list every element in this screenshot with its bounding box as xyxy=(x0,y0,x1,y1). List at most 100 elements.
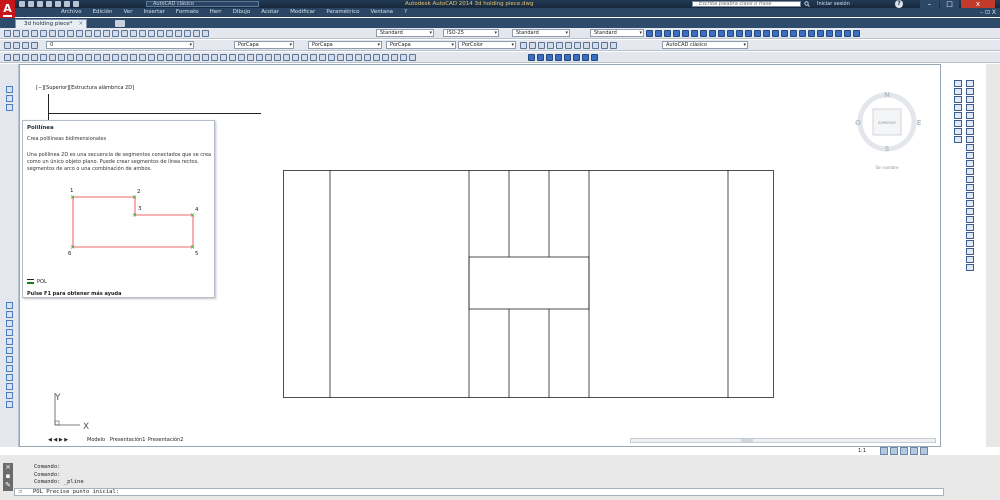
spline-icon[interactable] xyxy=(76,54,83,61)
tab-model[interactable]: Modelo xyxy=(87,436,105,444)
revolve-icon[interactable] xyxy=(591,54,598,61)
view-icon[interactable] xyxy=(817,30,824,37)
menu-item[interactable]: Herr xyxy=(210,8,222,17)
view-icon[interactable] xyxy=(844,30,851,37)
tool-icon[interactable] xyxy=(966,216,974,223)
viewport-controls[interactable]: [−][Superior][Estructura alámbrica 2D] xyxy=(36,85,134,91)
tool-icon[interactable] xyxy=(954,112,962,119)
layout-nav-arrows[interactable]: ◀ ◀ ▶ ▶ xyxy=(48,436,68,444)
match-properties-icon[interactable] xyxy=(85,30,92,37)
tool-icon[interactable] xyxy=(966,176,974,183)
otrack-icon[interactable] xyxy=(382,54,389,61)
close-icon[interactable]: × xyxy=(78,20,83,28)
tool-icon[interactable] xyxy=(966,112,974,119)
tab-layout1[interactable]: Presentación1 xyxy=(110,436,145,444)
extrude-icon[interactable] xyxy=(582,54,589,61)
lineweight-select[interactable]: PorCapa xyxy=(386,41,456,49)
grid-icon[interactable] xyxy=(346,54,353,61)
tool-icon[interactable] xyxy=(966,224,974,231)
tool-icon[interactable] xyxy=(583,42,590,49)
tool-icon[interactable] xyxy=(954,104,962,111)
new-icon[interactable] xyxy=(4,30,11,37)
workspace-select[interactable]: AutoCAD clásico xyxy=(146,1,259,7)
search-icon[interactable] xyxy=(804,1,810,7)
multileader-style-select[interactable]: Standard xyxy=(590,29,644,37)
view-icon[interactable] xyxy=(781,30,788,37)
osnap-icon[interactable] xyxy=(373,54,380,61)
tool-icon[interactable] xyxy=(966,104,974,111)
tool-icon[interactable] xyxy=(966,152,974,159)
trim-icon[interactable] xyxy=(247,54,254,61)
gradient-icon[interactable] xyxy=(130,54,137,61)
view-icon[interactable] xyxy=(664,30,671,37)
stretch-icon[interactable] xyxy=(238,54,245,61)
redo-icon[interactable] xyxy=(103,30,110,37)
view-icon[interactable] xyxy=(682,30,689,37)
annotation-icon[interactable] xyxy=(880,447,888,455)
tool-icon[interactable] xyxy=(610,42,617,49)
wedge-icon[interactable] xyxy=(564,54,571,61)
array-icon[interactable] xyxy=(202,54,209,61)
sun-icon[interactable] xyxy=(22,42,29,49)
properties-icon[interactable] xyxy=(148,30,155,37)
markup-icon[interactable] xyxy=(184,30,191,37)
tool-icon[interactable] xyxy=(966,120,974,127)
view-icon[interactable] xyxy=(727,30,734,37)
linetype-select[interactable]: PorCapa xyxy=(308,41,382,49)
polyline-icon[interactable] xyxy=(6,104,13,111)
polyline-icon[interactable] xyxy=(22,54,29,61)
plot-style-select[interactable]: PorColor xyxy=(458,41,516,49)
command-line-input[interactable]: ⊃ POL Precise punto inicial: xyxy=(14,488,944,496)
open-icon[interactable] xyxy=(13,30,20,37)
menu-item[interactable]: Ventana xyxy=(370,8,393,17)
fillet-icon[interactable] xyxy=(292,54,299,61)
redo-icon[interactable] xyxy=(73,1,79,7)
document-window-controls[interactable]: – ⊡ X xyxy=(980,8,996,17)
sheet-set-icon[interactable] xyxy=(175,30,182,37)
tool-icon[interactable] xyxy=(966,136,974,143)
erase-icon[interactable] xyxy=(166,54,173,61)
view-icon[interactable] xyxy=(808,30,815,37)
tool-icon[interactable] xyxy=(954,96,962,103)
help-icon[interactable] xyxy=(202,30,209,37)
plot-icon[interactable] xyxy=(31,30,38,37)
table-style-select[interactable]: Standard xyxy=(512,29,570,37)
menu-item[interactable]: ? xyxy=(404,8,407,17)
torus-icon[interactable] xyxy=(573,54,580,61)
extend-icon[interactable] xyxy=(6,392,13,399)
copy-object-icon[interactable] xyxy=(6,311,13,318)
menu-item[interactable]: Paramétrico xyxy=(326,8,359,17)
workspace-switch-icon[interactable] xyxy=(890,447,898,455)
revision-cloud-icon[interactable] xyxy=(67,54,74,61)
tool-icon[interactable] xyxy=(966,80,974,87)
menu-item[interactable]: Ver xyxy=(123,8,132,17)
view-icon[interactable] xyxy=(835,30,842,37)
tool-icon[interactable] xyxy=(529,42,536,49)
point-icon[interactable] xyxy=(112,54,119,61)
copy-object-icon[interactable] xyxy=(175,54,182,61)
workspace-combo[interactable]: AutoCAD clásico xyxy=(662,41,748,49)
tool-icon[interactable] xyxy=(966,208,974,215)
array-icon[interactable] xyxy=(6,338,13,345)
scale-icon[interactable] xyxy=(6,365,13,372)
view-icon[interactable] xyxy=(646,30,653,37)
new-icon[interactable] xyxy=(19,1,25,7)
preview-icon[interactable] xyxy=(40,30,47,37)
layer-select[interactable]: 0 xyxy=(46,41,194,49)
pan-icon[interactable] xyxy=(328,54,335,61)
lwt-icon[interactable] xyxy=(409,54,416,61)
tool-icon[interactable] xyxy=(966,248,974,255)
zoom-realtime-icon[interactable] xyxy=(121,30,128,37)
annotation-scale[interactable]: 1:1 xyxy=(858,447,866,455)
copy-icon[interactable] xyxy=(67,30,74,37)
view-icon[interactable] xyxy=(745,30,752,37)
tool-icon[interactable] xyxy=(520,42,527,49)
tool-icon[interactable] xyxy=(966,232,974,239)
menu-item[interactable]: Modificar xyxy=(290,8,315,17)
tool-palettes-icon[interactable] xyxy=(166,30,173,37)
snap-icon[interactable] xyxy=(337,54,344,61)
tab-layout2[interactable]: Presentación2 xyxy=(148,436,183,444)
view-icon[interactable] xyxy=(691,30,698,37)
view-icon[interactable] xyxy=(709,30,716,37)
cut-icon[interactable] xyxy=(58,30,65,37)
